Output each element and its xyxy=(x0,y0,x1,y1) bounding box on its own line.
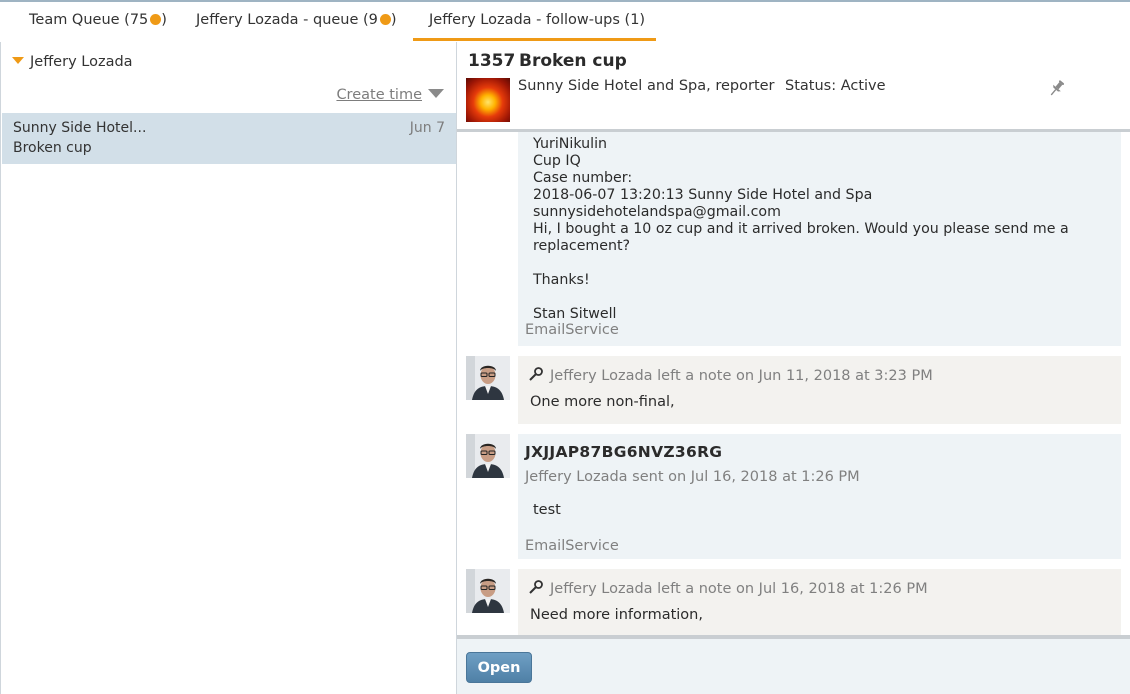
action-footer: Open xyxy=(457,635,1130,694)
unread-dot-icon xyxy=(379,14,391,25)
email-message: YuriNikulin Cup IQ Case number: 2018-06-… xyxy=(518,132,1121,346)
email-body: test xyxy=(533,502,561,518)
collapse-triangle-icon[interactable] xyxy=(12,57,24,64)
note-meta-text: Jeffery Lozada left a note on Jun 11, 20… xyxy=(550,368,933,384)
note-meta: Jeffery Lozada left a note on Jul 16, 20… xyxy=(528,579,928,597)
sort-chevron-down-icon[interactable] xyxy=(428,89,444,98)
queue-tabs: Team Queue (75) Jeffery Lozada - queue (… xyxy=(0,2,1130,42)
open-button[interactable]: Open xyxy=(466,652,532,683)
internal-note: Jeffery Lozada left a note on Jul 16, 20… xyxy=(518,569,1121,635)
case-list-panel: Jeffery Lozada Create time Sunny Side Ho… xyxy=(0,42,457,694)
tab-label-suffix: ) xyxy=(161,12,167,28)
case-detail-panel: 1357 Broken cup Sunny Side Hotel and Spa… xyxy=(457,42,1130,694)
reporter-avatar xyxy=(466,78,510,122)
tab-follow-ups[interactable]: Jeffery Lozada - follow-ups (1) xyxy=(413,2,656,42)
case-list-item[interactable]: Sunny Side Hotel... Jun 7 Broken cup xyxy=(2,113,456,164)
note-meta-text: Jeffery Lozada left a note on Jul 16, 20… xyxy=(550,581,928,597)
conversation-feed[interactable]: YuriNikulin Cup IQ Case number: 2018-06-… xyxy=(457,132,1130,635)
agent-avatar xyxy=(466,569,510,613)
list-item-from: Sunny Side Hotel... xyxy=(13,120,147,136)
email-source: EmailService xyxy=(525,322,619,338)
note-key-icon xyxy=(529,367,543,381)
sort-label[interactable]: Create time xyxy=(336,87,422,103)
tab-label: Jeffery Lozada - follow-ups (1) xyxy=(429,12,646,28)
list-item-date: Jun 7 xyxy=(409,120,445,136)
sort-dropdown[interactable]: Create time xyxy=(336,87,444,103)
case-header: 1357 Broken cup Sunny Side Hotel and Spa… xyxy=(457,42,1130,132)
list-item-subject: Broken cup xyxy=(13,140,92,156)
email-subject: JXJJAP87BG6NVZ36RG xyxy=(525,443,723,461)
pin-icon[interactable] xyxy=(1047,78,1067,98)
case-title: Broken cup xyxy=(519,51,627,71)
email-source: EmailService xyxy=(525,538,619,554)
case-reporter[interactable]: Sunny Side Hotel and Spa, reporter xyxy=(518,78,775,94)
email-meta: Jeffery Lozada sent on Jul 16, 2018 at 1… xyxy=(525,469,860,485)
note-text: Need more information, xyxy=(530,607,703,623)
group-label: Jeffery Lozada xyxy=(30,54,133,70)
tab-label: Jeffery Lozada - queue (9 xyxy=(196,12,378,28)
internal-note: Jeffery Lozada left a note on Jun 11, 20… xyxy=(518,356,1121,424)
case-number: 1357 xyxy=(468,51,516,71)
tab-team-queue[interactable]: Team Queue (75) xyxy=(29,2,167,42)
group-header[interactable]: Jeffery Lozada xyxy=(12,54,133,70)
agent-avatar xyxy=(466,434,510,478)
tab-label: Team Queue (75 xyxy=(29,12,149,28)
note-text: One more non-final, xyxy=(530,394,675,410)
tab-personal-queue[interactable]: Jeffery Lozada - queue (9) xyxy=(196,2,397,42)
unread-dot-icon xyxy=(150,14,162,25)
case-status: Status: Active xyxy=(785,78,886,94)
sent-email: JXJJAP87BG6NVZ36RG Jeffery Lozada sent o… xyxy=(518,434,1121,559)
tab-label-suffix: ) xyxy=(390,12,397,28)
agent-avatar xyxy=(466,356,510,400)
note-meta: Jeffery Lozada left a note on Jun 11, 20… xyxy=(528,366,933,384)
note-key-icon xyxy=(529,580,543,594)
email-body: YuriNikulin Cup IQ Case number: 2018-06-… xyxy=(533,136,1069,322)
